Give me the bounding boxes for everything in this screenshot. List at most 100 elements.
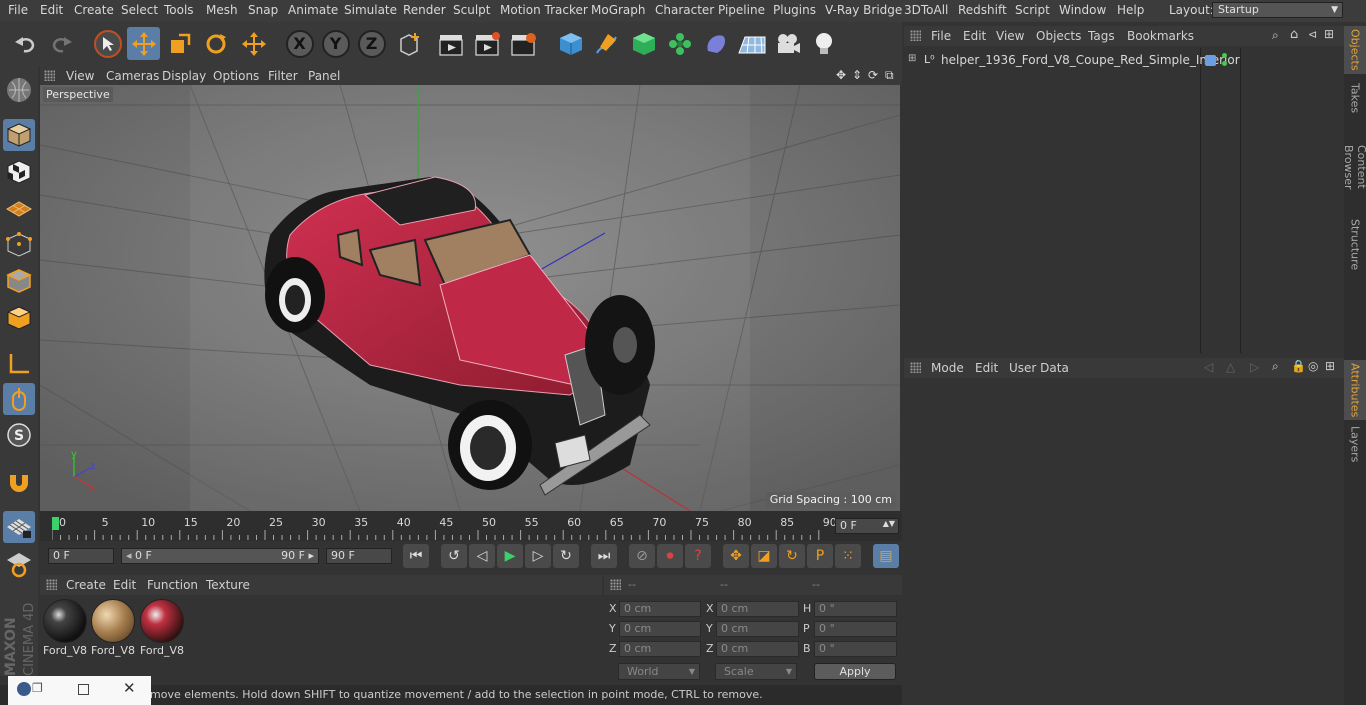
back-arrow-icon[interactable]: ◁: [1204, 360, 1213, 374]
subdivision-button[interactable]: [627, 27, 660, 60]
render-picture-viewer-button[interactable]: [471, 27, 504, 60]
menu-animate[interactable]: Animate: [288, 3, 338, 17]
menu-tools[interactable]: Tools: [164, 3, 194, 17]
go-to-end-button[interactable]: ⏭: [591, 544, 617, 568]
scale-tool-button[interactable]: [163, 27, 196, 60]
menu-mograph[interactable]: MoGraph: [591, 3, 646, 17]
position-x-field[interactable]: 0 cm: [619, 601, 701, 617]
menu-character[interactable]: Character: [655, 3, 714, 17]
polygons-mode-button[interactable]: [3, 302, 35, 334]
make-editable-button[interactable]: [3, 74, 35, 106]
rotation-p-field[interactable]: 0 °: [814, 621, 897, 637]
menu-render[interactable]: Render: [403, 3, 446, 17]
end-frame-field[interactable]: 90 F: [326, 548, 392, 564]
playhead-marker[interactable]: [52, 517, 59, 530]
menu-create[interactable]: Create: [74, 3, 114, 17]
key-rotation-button[interactable]: ↻: [779, 544, 805, 568]
workplane-lock-button[interactable]: [3, 548, 35, 580]
texture-mode-button[interactable]: [3, 156, 35, 188]
camera-button[interactable]: [771, 27, 804, 60]
layout-select[interactable]: Startup ▼: [1212, 2, 1343, 18]
rotation-h-field[interactable]: 0 °: [814, 601, 897, 617]
cube-button[interactable]: [554, 27, 587, 60]
y-axis-button[interactable]: Y: [319, 27, 352, 60]
back-arrows-icon[interactable]: ⊲: [1308, 28, 1317, 41]
redo-button[interactable]: [44, 27, 77, 60]
size-z-field[interactable]: 0 cm: [716, 641, 799, 657]
expand-icon[interactable]: ⊞: [908, 53, 916, 64]
menu-plugins[interactable]: Plugins: [773, 3, 816, 17]
menu-snap[interactable]: Snap: [248, 3, 278, 17]
viewport-menu-view[interactable]: View: [66, 69, 94, 83]
record-keys-button[interactable]: ⊘: [629, 544, 655, 568]
menu-edit[interactable]: Edit: [40, 3, 63, 17]
render-view-button[interactable]: [435, 27, 468, 60]
object-menu-tags[interactable]: Tags: [1088, 29, 1115, 43]
object-menu-file[interactable]: File: [931, 29, 951, 43]
menu-file[interactable]: File: [8, 3, 28, 17]
floor-button[interactable]: [735, 27, 768, 60]
current-frame-field[interactable]: 0 F ▲▼: [835, 518, 899, 534]
zoom-view-icon[interactable]: ⇕: [852, 68, 862, 82]
menu-select[interactable]: Select: [121, 3, 158, 17]
restore-icon[interactable]: ❐: [32, 681, 43, 695]
tab-structure[interactable]: Structure: [1344, 216, 1366, 274]
keyframe-selection-button[interactable]: ?: [685, 544, 711, 568]
attr-menu-mode[interactable]: Mode: [931, 361, 964, 375]
new-window-icon[interactable]: ⊞: [1325, 359, 1335, 373]
frame-range-slider[interactable]: ◂ 0 F 90 F ▸: [121, 548, 319, 564]
tab-layers[interactable]: Layers: [1344, 424, 1366, 464]
size-x-field[interactable]: 0 cm: [716, 601, 799, 617]
deformer-button[interactable]: [699, 27, 732, 60]
maximize-view-icon[interactable]: ⧉: [885, 68, 894, 83]
material-menu-texture[interactable]: Texture: [206, 578, 250, 592]
rotate-tool-button[interactable]: [199, 27, 232, 60]
menu-redshift[interactable]: Redshift: [958, 3, 1007, 17]
rotate-view-icon[interactable]: ⟳: [868, 68, 878, 82]
viewport-menu-options[interactable]: Options: [213, 69, 259, 83]
go-to-start-button[interactable]: ⏮: [403, 544, 429, 568]
object-name[interactable]: helper_1936_Ford_V8_Coupe_Red_Simple_Int…: [941, 53, 1240, 67]
target-icon[interactable]: ◎: [1308, 359, 1318, 373]
viewport-menu-filter[interactable]: Filter: [268, 69, 298, 83]
layer-tag-icon[interactable]: [1205, 55, 1216, 66]
up-arrow-icon[interactable]: △: [1226, 360, 1235, 374]
material-swatch[interactable]: Ford_V8: [43, 599, 88, 659]
menu-simulate[interactable]: Simulate: [344, 3, 397, 17]
visibility-render-dot[interactable]: [1222, 61, 1227, 66]
key-scale-button[interactable]: ◪: [751, 544, 777, 568]
object-menu-bookmarks[interactable]: Bookmarks: [1127, 29, 1194, 43]
solo-button[interactable]: S: [3, 419, 35, 451]
size-y-field[interactable]: 0 cm: [716, 621, 799, 637]
mograph-cloner-button[interactable]: [663, 27, 696, 60]
apply-button[interactable]: Apply: [814, 663, 896, 680]
object-menu-objects[interactable]: Objects: [1036, 29, 1081, 43]
menu-motion-tracker[interactable]: Motion Tracker: [500, 3, 588, 17]
material-swatch[interactable]: Ford_V8: [140, 599, 185, 659]
start-frame-field[interactable]: 0 F: [48, 548, 114, 564]
menu-vray-bridge[interactable]: V-Ray Bridge: [825, 3, 902, 17]
enable-quantize-button[interactable]: [3, 511, 35, 543]
coordinate-space-dropdown[interactable]: World ▼: [618, 663, 700, 680]
tab-content-browser[interactable]: Content Browser: [1342, 122, 1366, 212]
position-y-field[interactable]: 0 cm: [619, 621, 701, 637]
position-z-field[interactable]: 0 cm: [619, 641, 701, 657]
tab-takes[interactable]: Takes: [1344, 78, 1366, 118]
menu-script[interactable]: Script: [1015, 3, 1050, 17]
axis-mode-button[interactable]: [3, 348, 35, 380]
live-selection-button[interactable]: [91, 27, 124, 60]
menu-help[interactable]: Help: [1117, 3, 1144, 17]
forward-arrow-icon[interactable]: ▷: [1250, 360, 1259, 374]
pen-spline-button[interactable]: [590, 27, 623, 60]
object-menu-edit[interactable]: Edit: [963, 29, 986, 43]
attr-menu-edit[interactable]: Edit: [975, 361, 998, 375]
light-button[interactable]: [807, 27, 840, 60]
move-view-icon[interactable]: ✥: [836, 68, 846, 82]
object-menu-view[interactable]: View: [996, 29, 1024, 43]
menu-mesh[interactable]: Mesh: [206, 3, 238, 17]
undo-button[interactable]: [9, 27, 42, 60]
home-icon[interactable]: ⌂: [1290, 27, 1298, 42]
previous-frame-button[interactable]: ◁: [469, 544, 495, 568]
material-menu-edit[interactable]: Edit: [113, 578, 136, 592]
rotation-b-field[interactable]: 0 °: [814, 641, 897, 657]
